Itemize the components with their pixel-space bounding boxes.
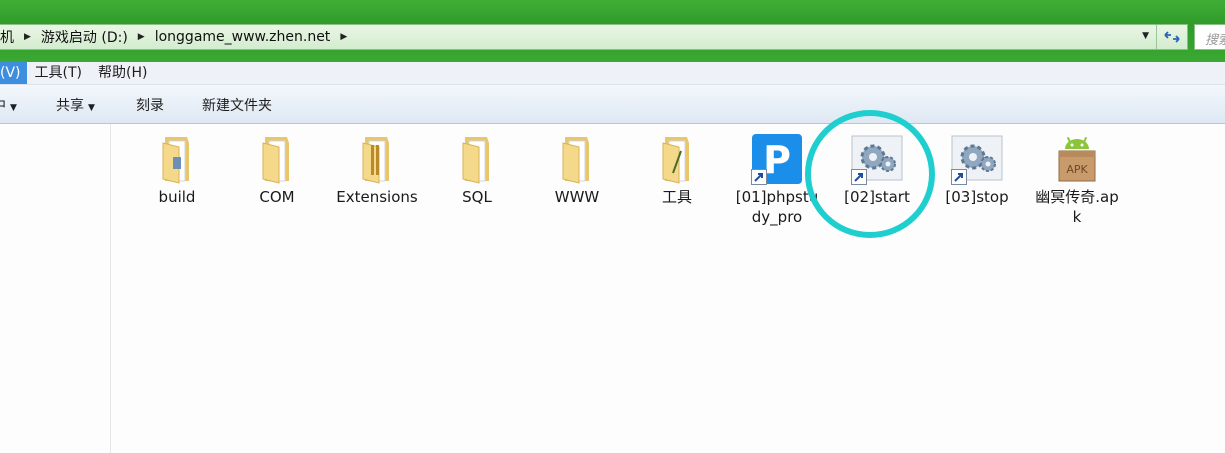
file-item-start[interactable]: [02]start [831,133,923,207]
folder-icon [551,133,603,185]
search-input[interactable]: 搜索 [1194,24,1225,50]
breadcrumb-folder[interactable]: longgame_www.zhen.net [155,29,335,45]
new-folder-button[interactable]: 新建文件夹 [202,95,272,115]
file-item-com[interactable]: COM [231,133,323,207]
file-label: [03]stop [945,188,1009,206]
folder-icon [651,133,703,185]
toolbar-include-label: 中 [0,98,6,114]
file-item-phpstudy[interactable]: P [01]phpstudy_pro [731,133,823,227]
file-label: WWW [554,188,600,206]
chevron-down-icon: ▼ [88,103,95,113]
menu-view[interactable]: (V) [0,62,27,84]
file-label: COM [259,188,295,206]
folder-icon [251,133,303,185]
folder-icon [351,133,403,185]
folder-icon [451,133,503,185]
address-bar[interactable]: 机 ▶ 游戏启动 (D:) ▶ longgame_www.zhen.net ▶ … [0,24,1188,50]
shortcut-arrow-icon [851,169,867,185]
file-label: [02]start [844,188,910,206]
folder-icon [151,133,203,185]
refresh-button[interactable] [1156,25,1187,49]
address-dropdown-icon[interactable]: ▼ [1142,31,1149,41]
share-button[interactable]: 共享 ▼ [56,95,95,115]
phpstudy-shortcut-icon: P [751,133,803,185]
file-item-apk[interactable]: APK 幽冥传奇.apk [1031,133,1123,227]
file-item-sql[interactable]: SQL [431,133,523,207]
file-label: [01]phpstudy_pro [735,188,819,226]
burn-button[interactable]: 刻录 [136,95,164,115]
file-item-stop[interactable]: [03]stop [931,133,1023,207]
share-label: 共享 [56,98,84,114]
menu-tools[interactable]: 工具(T) [27,62,90,84]
menu-help[interactable]: 帮助(H) [90,62,155,84]
chevron-down-icon: ▼ [10,103,17,113]
breadcrumb-computer[interactable]: 机 [0,27,18,47]
breadcrumb-separator-icon[interactable]: ▶ [138,32,145,42]
navigation-pane[interactable] [0,124,111,453]
file-label: 工具 [661,188,692,206]
file-item-build[interactable]: build [131,133,223,207]
svg-text:P: P [763,138,791,182]
svg-text:APK: APK [1066,163,1088,176]
command-toolbar: 中▼ 共享▼ 刻录 新建文件夹 [0,85,1225,124]
breadcrumb-separator-icon[interactable]: ▶ [24,32,31,42]
file-label: build [158,188,196,206]
shortcut-arrow-icon [951,169,967,185]
breadcrumb-separator-icon[interactable]: ▶ [340,32,347,42]
toolbar-include-button[interactable]: 中▼ [0,95,17,115]
file-label: 幽冥传奇.apk [1035,188,1119,226]
file-item-www[interactable]: WWW [531,133,623,207]
shortcut-arrow-icon [751,169,767,185]
apk-icon: APK [1051,133,1103,185]
gear-shortcut-icon [851,133,903,185]
file-label: SQL [462,188,492,206]
file-item-tools[interactable]: 工具 [631,133,723,207]
gear-shortcut-icon [951,133,1003,185]
file-list: build COM Extensions SQL WWW 工具 P [01]ph… [111,124,1225,453]
refresh-icon [1164,31,1180,43]
breadcrumb-drive-d[interactable]: 游戏启动 (D:) [41,27,132,47]
file-item-extensions[interactable]: Extensions [331,133,423,207]
menu-bar: (V) 工具(T) 帮助(H) [0,62,1225,85]
file-label: Extensions [336,188,418,206]
